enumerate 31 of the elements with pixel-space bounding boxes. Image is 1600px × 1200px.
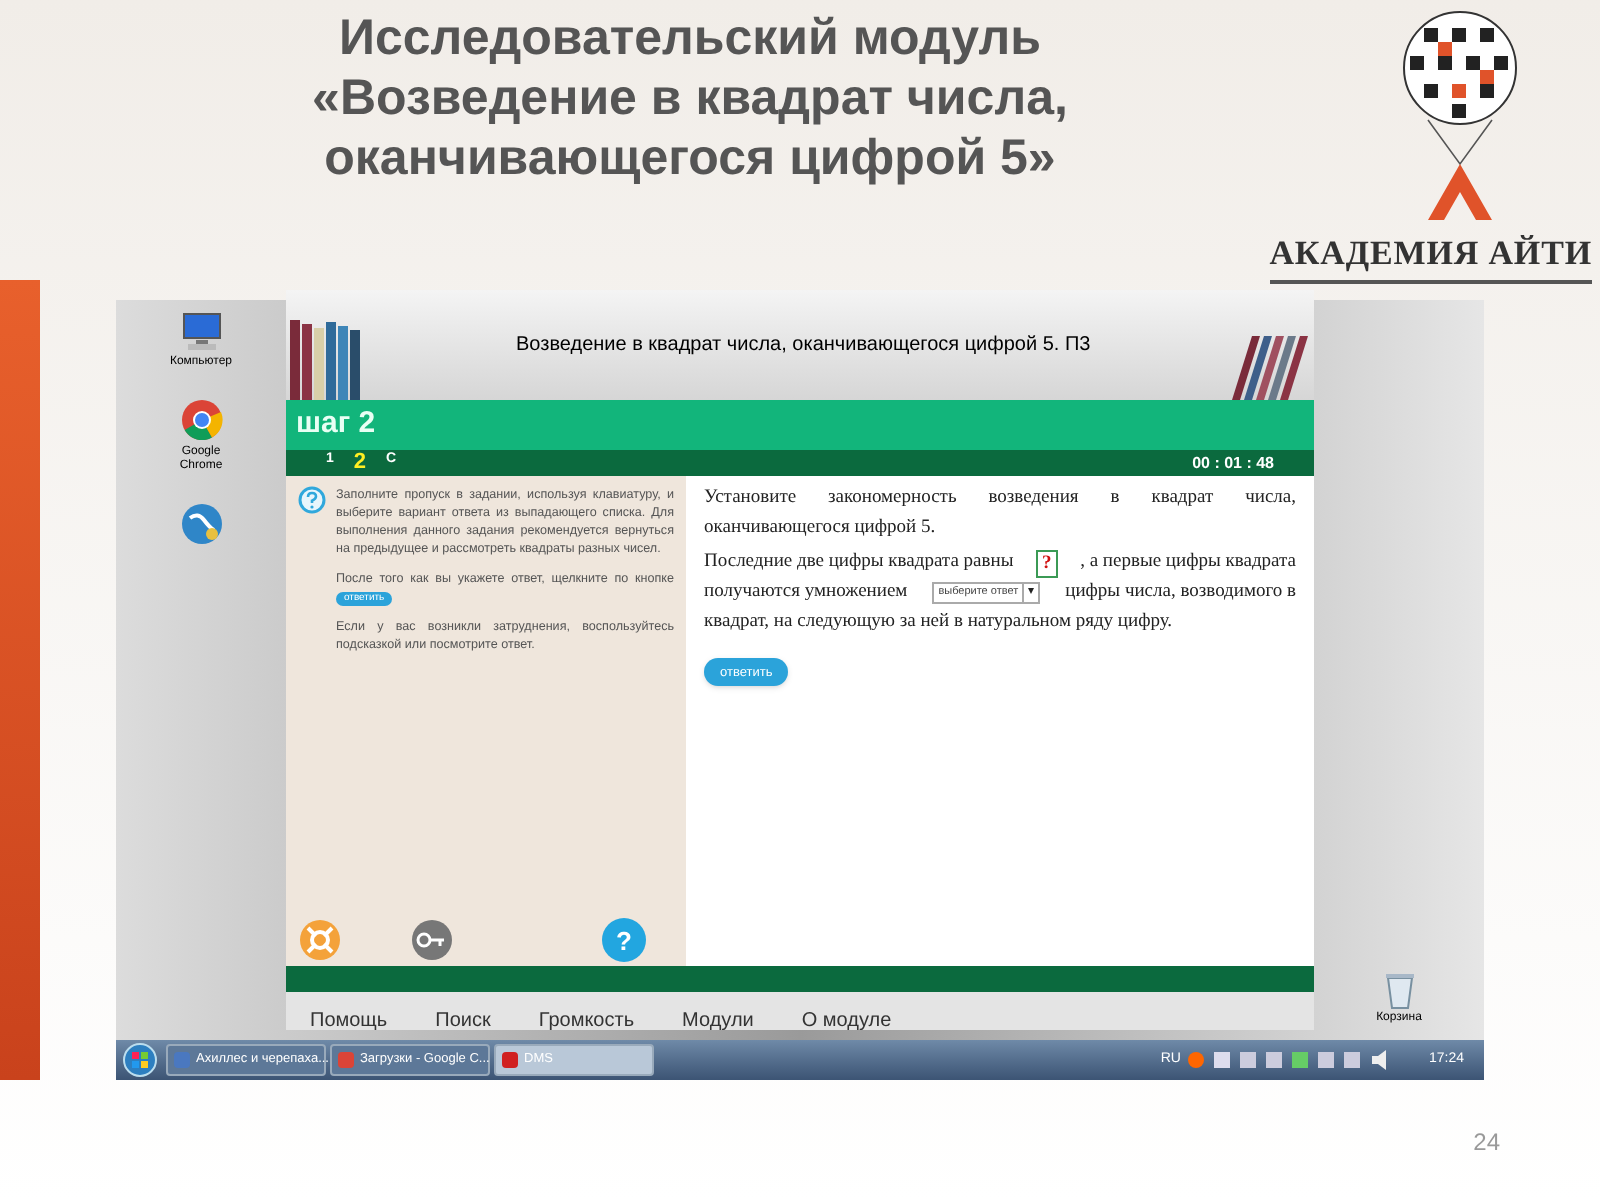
books-icon xyxy=(290,320,360,400)
chrome-icon[interactable] xyxy=(179,398,223,442)
timer: 00 : 01 : 48 xyxy=(1192,451,1274,475)
step-title: шаг 2 xyxy=(296,404,376,445)
menu-item[interactable]: Помощь xyxy=(310,1010,388,1030)
logo-text: АКАДЕМИЯ АЙТИ xyxy=(1269,228,1592,283)
menu-item[interactable]: О модуле xyxy=(801,1010,892,1030)
app-icon xyxy=(502,1052,518,1068)
start-button-icon[interactable] xyxy=(120,1042,160,1078)
menu-item[interactable]: Модули xyxy=(682,1010,754,1030)
menu-item[interactable]: Поиск xyxy=(435,1010,491,1030)
step-tab[interactable]: 2 xyxy=(353,452,367,474)
task-text: Установите закономерность возведения в квадрат числа, оканчивающегося цифрой 5. xyxy=(704,486,1296,542)
task-text: Последние две цифры квадрата равны xyxy=(704,550,1014,576)
key-icon[interactable] xyxy=(410,918,454,962)
task-text: цифры числа, возводимого в xyxy=(1065,580,1296,606)
app-icon xyxy=(338,1052,354,1068)
app-icon xyxy=(174,1052,190,1068)
page-number: 24 xyxy=(1473,1126,1500,1160)
answer-box[interactable]: ? xyxy=(1036,549,1058,577)
task-text: получаются умножением xyxy=(704,580,908,606)
task-text: , а первые цифры квадрата xyxy=(1080,550,1296,576)
menu-item[interactable]: Громкость xyxy=(538,1010,635,1030)
recycle-bin-icon xyxy=(1383,970,1415,1010)
help-icon xyxy=(298,486,326,514)
task-text: квадрат, на следующую за ней в натуральном ряду цифру. xyxy=(704,610,1173,636)
slide-title: Исследовательский модуль «Возведение в квадрат числа, оканчивающегося цифрой 5» xyxy=(310,8,1070,188)
balloon-logo-icon xyxy=(1400,8,1521,224)
computer-icon[interactable] xyxy=(179,312,223,352)
globe-icon[interactable] xyxy=(179,502,223,546)
window-title: Возведение в квадрат числа, оканчивающегося цифрой 5. П3 xyxy=(516,332,1091,360)
